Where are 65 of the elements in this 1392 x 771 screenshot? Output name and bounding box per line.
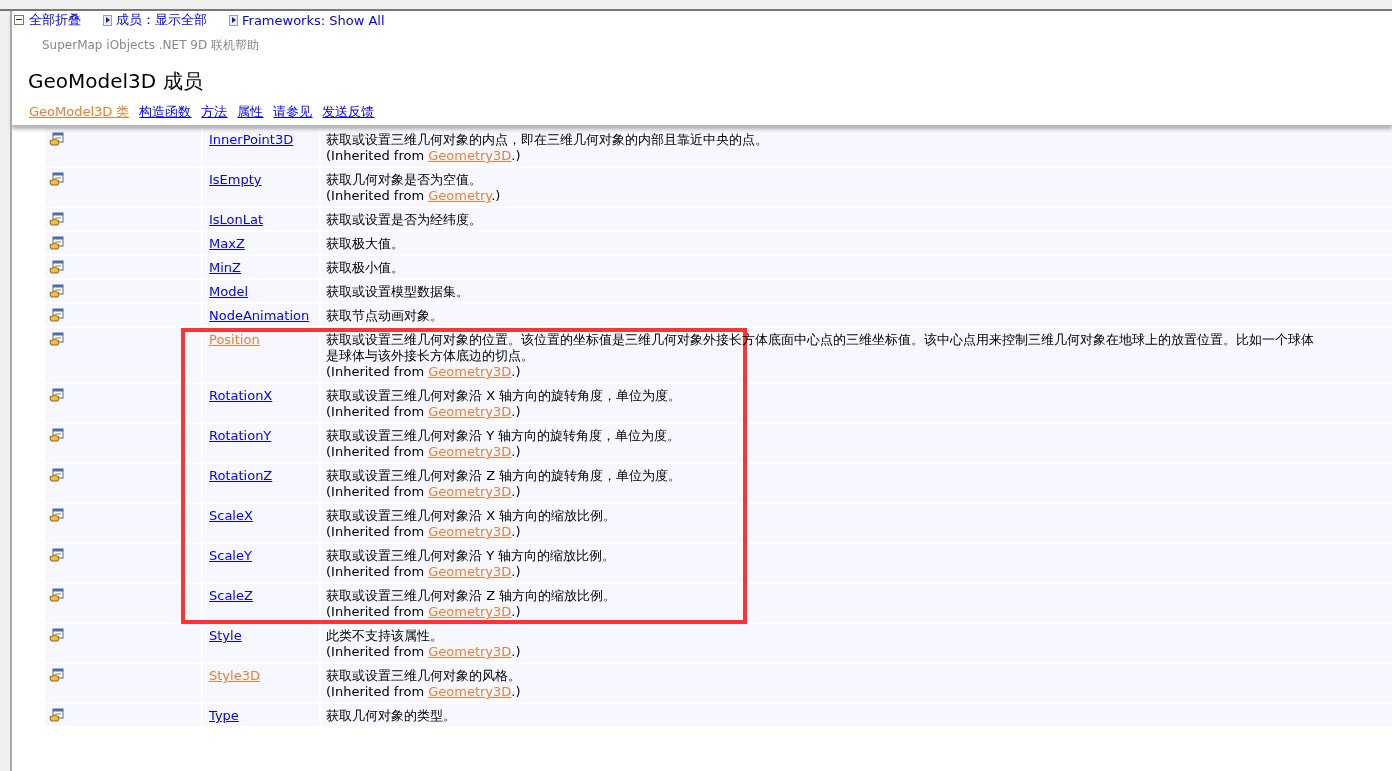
inherited-note: (Inherited from Geometry3D.)	[326, 364, 521, 380]
property-icon	[49, 468, 65, 482]
inherited-note: (Inherited from Geometry3D.)	[326, 148, 521, 164]
property-icon	[49, 132, 65, 146]
help-subtitle: SuperMap iObjects .NET 9D 联机帮助	[42, 37, 260, 54]
member-description: 获取几何对象是否为空值。	[326, 172, 482, 188]
property-icon	[49, 284, 65, 298]
expand-icon[interactable]	[229, 14, 238, 26]
property-icon	[49, 588, 65, 602]
member-description: 是球体与该外接长方体底边的切点。	[326, 348, 534, 364]
member-link[interactable]: Style	[209, 628, 242, 643]
collapse-all-link[interactable]: 全部折叠	[29, 11, 81, 29]
member-description: 获取极大值。	[326, 236, 404, 252]
nav-link[interactable]: 构造函数	[139, 103, 192, 121]
member-description: 获取或设置三维几何对象沿 Z 轴方向的缩放比例。	[326, 588, 617, 604]
member-description: 获取或设置三维几何对象沿 Y 轴方向的旋转角度，单位为度。	[326, 428, 681, 444]
nav-link[interactable]: 属性	[237, 103, 264, 121]
nav-link[interactable]: 请参见	[273, 103, 313, 121]
member-description: 获取几何对象的类型。	[326, 708, 456, 724]
collapse-icon[interactable]	[14, 15, 24, 25]
property-icon	[49, 212, 65, 226]
member-link[interactable]: ScaleY	[209, 548, 252, 563]
property-icon	[49, 548, 65, 562]
inherited-note: (Inherited from Geometry3D.)	[326, 564, 521, 580]
page-title: GeoModel3D 成员	[28, 68, 204, 95]
member-description: 获取或设置模型数据集。	[326, 284, 469, 300]
inherited-note: (Inherited from Geometry3D.)	[326, 484, 521, 500]
frameworks-filter-link[interactable]: Frameworks: Show All	[242, 12, 385, 28]
inherited-note: (Inherited from Geometry3D.)	[326, 604, 521, 620]
inherited-note: (Inherited from Geometry3D.)	[326, 644, 521, 660]
member-link[interactable]: ScaleZ	[209, 588, 253, 603]
member-link[interactable]: MinZ	[209, 260, 241, 275]
property-icon	[49, 172, 65, 186]
member-description: 获取或设置三维几何对象沿 Z 轴方向的旋转角度，单位为度。	[326, 468, 682, 484]
nav-link[interactable]: 方法	[201, 103, 228, 121]
inherited-note: (Inherited from Geometry3D.)	[326, 444, 521, 460]
inherited-note: (Inherited from Geometry3D.)	[326, 404, 521, 420]
member-description: 获取或设置三维几何对象沿 Y 轴方向的缩放比例。	[326, 548, 616, 564]
nav-link[interactable]: 发送反馈	[322, 103, 375, 121]
property-icon	[49, 388, 65, 402]
expand-icon[interactable]	[103, 14, 112, 26]
inherited-note: (Inherited from Geometry3D.)	[326, 684, 521, 700]
property-icon	[49, 260, 65, 274]
members-filter-link[interactable]: 成员：显示全部	[116, 11, 207, 29]
member-link[interactable]: IsEmpty	[209, 172, 262, 187]
property-icon	[49, 508, 65, 522]
member-link[interactable]: Type	[209, 708, 239, 723]
member-description: 获取节点动画对象。	[326, 308, 443, 324]
property-icon	[49, 236, 65, 250]
member-description: 获取或设置三维几何对象的内点，即在三维几何对象的内部且靠近中央的点。	[326, 132, 768, 148]
inherited-note: (Inherited from Geometry.)	[326, 188, 501, 204]
member-description: 获取或设置三维几何对象的风格。	[326, 668, 521, 684]
property-icon	[49, 628, 65, 642]
property-icon	[49, 308, 65, 322]
member-description: 获取或设置三维几何对象沿 X 轴方向的缩放比例。	[326, 508, 617, 524]
property-icon	[49, 332, 65, 346]
member-description: 获取极小值。	[326, 260, 404, 276]
inherited-note: (Inherited from Geometry3D.)	[326, 524, 521, 540]
member-description: 此类不支持该属性。	[326, 628, 443, 644]
member-link[interactable]: ScaleX	[209, 508, 253, 523]
member-description: 获取或设置是否为经纬度。	[326, 212, 482, 228]
property-icon	[49, 428, 65, 442]
property-icon	[49, 668, 65, 682]
member-description: 获取或设置三维几何对象沿 X 轴方向的旋转角度，单位为度。	[326, 388, 682, 404]
property-icon	[49, 708, 65, 722]
